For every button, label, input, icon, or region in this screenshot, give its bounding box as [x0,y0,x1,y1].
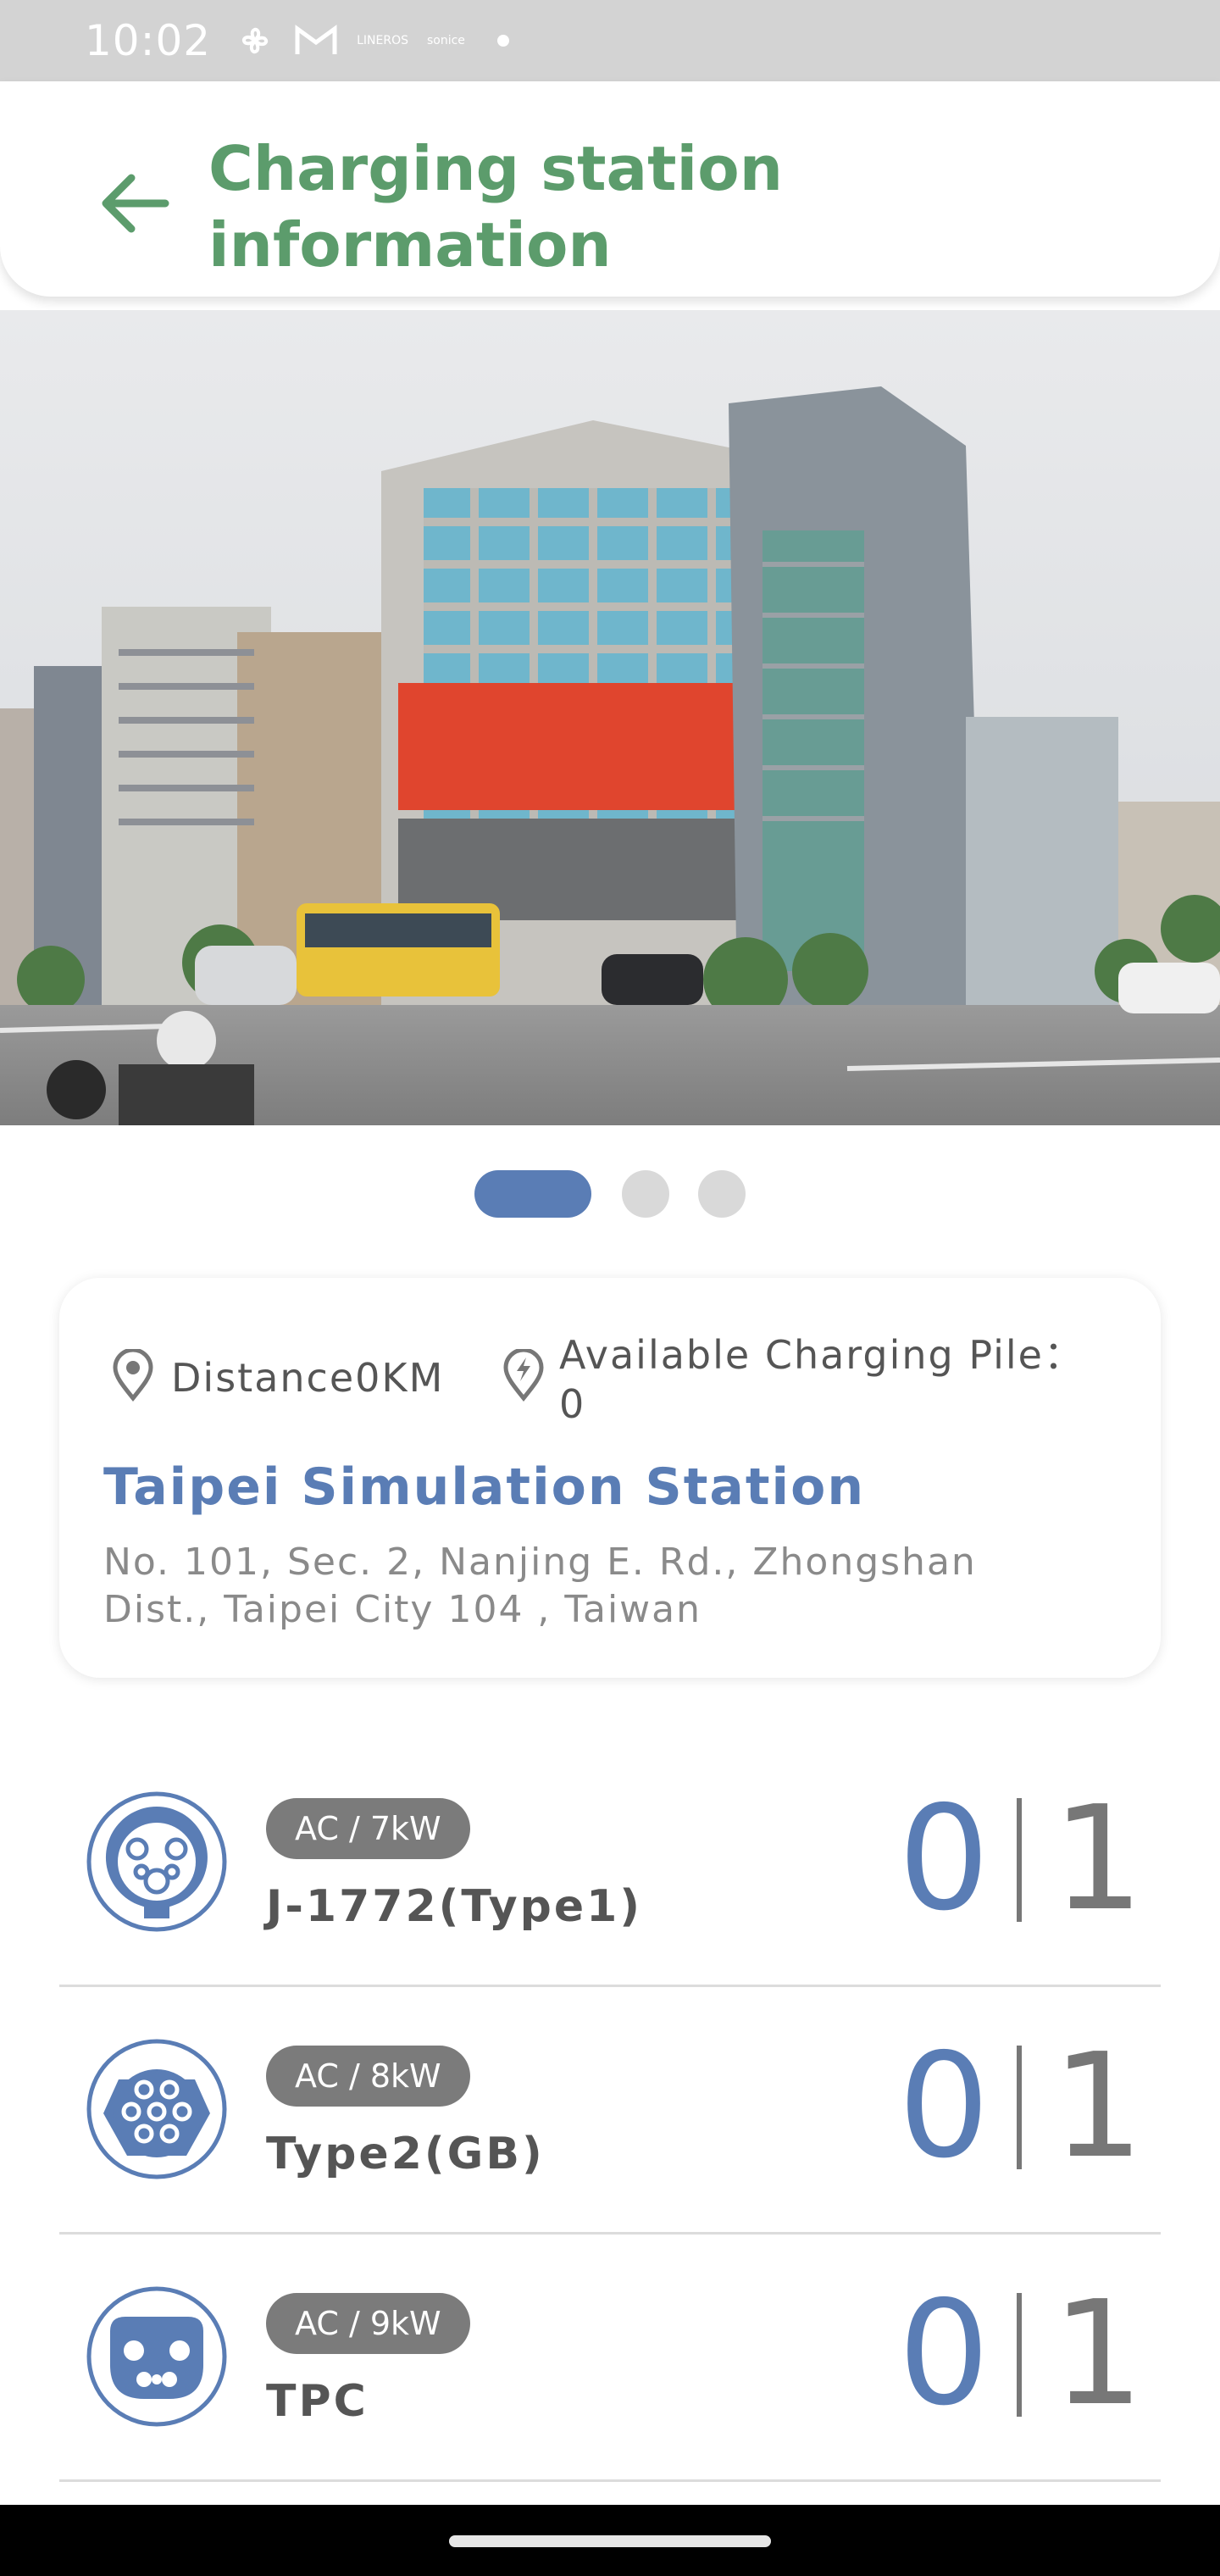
distance-label: Distance0KM [171,1354,445,1401]
carousel-dot-1[interactable] [474,1170,591,1218]
location-pin-icon [110,1347,156,1406]
available-count: 0 [898,2023,990,2190]
station-name: Taipei Simulation Station [103,1457,866,1517]
carousel-pager [0,1169,1220,1220]
carousel-dot-3[interactable] [698,1170,746,1218]
connector-row[interactable]: AC / 7kW J-1772(Type1) 0 1 [59,1739,1161,1987]
power-badge: AC / 7kW [266,1798,470,1859]
available-pile-label: Available Charging Pile： 0 [559,1330,1101,1429]
connector-row[interactable]: AC / 9kW TPC 0 1 [59,2234,1161,2482]
total-count: 1 [1052,2023,1145,2190]
page-title-line1: Charging station [208,133,783,204]
gmail-icon [294,24,338,58]
available-count: 0 [898,2270,990,2438]
status-bar: 10:02 LINEROS sonice [0,0,1220,81]
dot-icon [496,35,509,47]
available-pile-count: 0 [559,1381,586,1427]
type2-plug-icon [85,2037,229,2181]
connector-name: Type2(GB) [266,2129,545,2179]
connector-name: J-1772(Type1) [266,1881,643,1932]
status-time: 10:02 [85,16,212,65]
station-address: No. 101, Sec. 2, Nanjing E. Rd., Zhongsh… [103,1539,1086,1634]
total-count: 1 [1052,1775,1145,1943]
charging-pin-icon [500,1347,547,1406]
header: Charging station information [0,81,1220,297]
page-title: Charging station information [208,130,903,283]
status-icons: LINEROS sonice [235,20,509,61]
app-icon: sonice [426,34,465,47]
app-icon: LINEROS [357,34,408,47]
arrow-left-icon [97,169,170,242]
available-pile-label-text: Available Charging Pile： [559,1332,1084,1378]
power-badge: AC / 8kW [266,2046,470,2107]
home-gesture-handle[interactable] [449,2535,771,2547]
station-photo[interactable] [0,310,1220,1125]
available-count: 0 [898,1775,990,1943]
connector-name: TPC [266,2376,369,2427]
count-divider [1017,1798,1022,1922]
navigation-bar [0,2505,1220,2576]
power-badge: AC / 9kW [266,2293,470,2354]
distance-row: Distance0KM [110,1347,445,1406]
tpc-plug-icon [85,2285,229,2429]
back-button[interactable] [95,166,173,244]
page-title-line2: information [208,209,612,280]
carousel-dot-2[interactable] [622,1170,669,1218]
connector-row[interactable]: AC / 8kW Type2(GB) 0 1 [59,1986,1161,2235]
station-info-card: Distance0KM Available Charging Pile： 0 T… [59,1278,1161,1678]
count-divider [1017,2293,1022,2417]
count-divider [1017,2046,1022,2169]
station-address-line2: Dist., Taipei City 104 , Taiwan [103,1588,702,1631]
j1772-plug-icon [85,1790,229,1934]
fan-icon [235,20,275,61]
station-address-line1: No. 101, Sec. 2, Nanjing E. Rd., Zhongsh… [103,1541,977,1584]
total-count: 1 [1052,2270,1145,2438]
